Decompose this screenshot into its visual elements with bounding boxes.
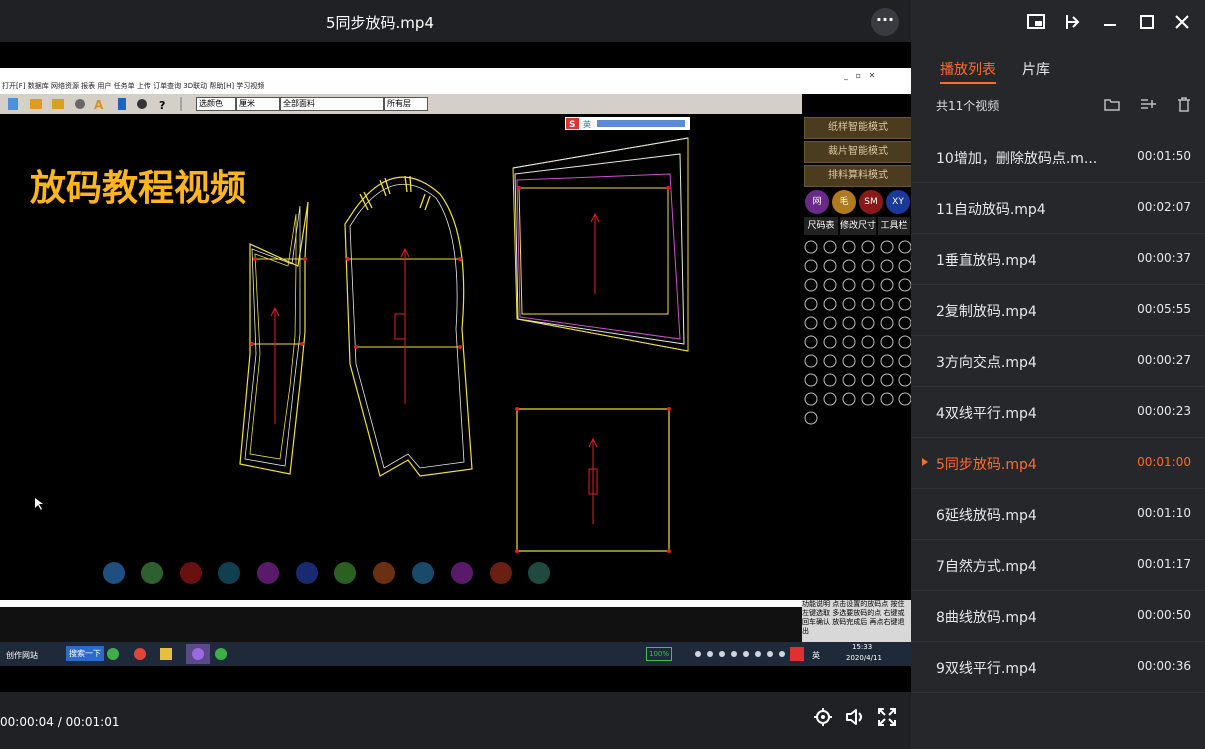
add-to-list-icon[interactable]: [1139, 95, 1157, 113]
video-name: 9双线平行.mp4: [936, 661, 1037, 677]
fullscreen-icon[interactable]: [876, 706, 898, 728]
list-item[interactable]: 10增加，删除放码点.m... 00:01:50: [911, 132, 1205, 183]
video-duration: 00:01:50: [1137, 149, 1191, 163]
playback-time: 00:00:04 / 00:01:01: [0, 715, 120, 729]
open-folder-icon[interactable]: [1103, 95, 1121, 113]
tab-playlist[interactable]: 播放列表: [940, 59, 996, 79]
list-item[interactable]: 4双线平行.mp4 00:00:23: [911, 387, 1205, 438]
modify-size-tab[interactable]: 修改尺寸: [840, 217, 876, 235]
svg-text:?: ?: [159, 99, 165, 112]
list-item[interactable]: 3方向交点.mp4 00:00:27: [911, 336, 1205, 387]
list-item[interactable]: 8曲线放码.mp4 00:00:50: [911, 591, 1205, 642]
net-button[interactable]: 网: [805, 190, 829, 214]
video-name: 10增加，删除放码点.m...: [936, 151, 1098, 167]
mode-button-pattern[interactable]: 纸样智能模式: [804, 117, 911, 139]
svg-text:A: A: [94, 98, 104, 112]
os-taskbar: 创作网站 搜索一下 100% 英 15:33 2020/4/11: [0, 642, 911, 666]
video-name: 7自然方式.mp4: [936, 559, 1037, 575]
window-title: 5同步放码.mp4: [326, 14, 434, 32]
seam-button[interactable]: 毛: [832, 190, 856, 214]
settings-icon[interactable]: [812, 706, 834, 728]
toolbar-tab[interactable]: 工具栏: [878, 217, 910, 235]
volume-icon[interactable]: [844, 706, 866, 728]
taskbar-date: 2020/4/11: [846, 654, 882, 662]
cad-tool-grid[interactable]: [802, 238, 911, 448]
cad-toolbar-icons: A ?: [8, 97, 182, 112]
list-item[interactable]: 2复制放码.mp4 00:05:55: [911, 285, 1205, 336]
video-duration: 00:01:10: [1137, 506, 1191, 520]
pattern-canvas[interactable]: S 英 放码教程视频: [0, 114, 803, 600]
video-name: 11自动放码.mp4: [936, 202, 1046, 218]
list-item[interactable]: 6延线放码.mp4 00:01:10: [911, 489, 1205, 540]
cad-window-controls: _ ▫ ✕: [844, 71, 876, 80]
screen-capture: 打开[F] 数据库 网络资源 报表 用户 任务单 上传 订单查询 3D联动 帮助…: [0, 68, 911, 692]
fabric-select[interactable]: 全部面料: [280, 97, 384, 111]
video-name: 4双线平行.mp4: [936, 406, 1037, 422]
now-playing-icon: [922, 458, 928, 466]
video-overlay-title: 放码教程视频: [30, 168, 247, 209]
video-duration: 00:00:50: [1137, 608, 1191, 622]
video-duration: 00:00:27: [1137, 353, 1191, 367]
list-item[interactable]: 9双线平行.mp4 00:00:36: [911, 642, 1205, 693]
video-duration: 00:05:55: [1137, 302, 1191, 316]
system-tray-icons[interactable]: [690, 642, 810, 666]
video-name: 1垂直放码.mp4: [936, 253, 1037, 269]
more-options-button[interactable]: ···: [871, 8, 899, 36]
video-duration: 00:01:00: [1137, 455, 1191, 469]
unit-select[interactable]: 厘米: [236, 97, 280, 111]
list-item[interactable]: 11自动放码.mp4 00:02:07: [911, 183, 1205, 234]
video-duration: 00:00:23: [1137, 404, 1191, 418]
ime-language-label: 英: [583, 119, 591, 129]
canvas-statusbar: [0, 600, 802, 607]
mini-player-icon[interactable]: [1025, 11, 1047, 33]
sm-button[interactable]: SM: [859, 190, 883, 214]
delete-icon[interactable]: [1175, 95, 1193, 113]
list-item[interactable]: 7自然方式.mp4 00:01:17: [911, 540, 1205, 591]
video-viewport[interactable]: 打开[F] 数据库 网络资源 报表 用户 任务单 上传 订单查询 3D联动 帮助…: [0, 42, 911, 692]
battery-indicator: 100%: [646, 647, 672, 661]
taskbar-search[interactable]: 搜索一下: [66, 646, 104, 661]
active-tab-indicator: [940, 82, 996, 84]
video-name: 6延线放码.mp4: [936, 508, 1037, 524]
video-duration: 00:02:07: [1137, 200, 1191, 214]
xy-button[interactable]: XY: [886, 190, 910, 214]
title-bar: 5同步放码.mp4 ···: [0, 0, 911, 42]
video-name: 2复制放码.mp4: [936, 304, 1037, 320]
cad-menu-items: 打开[F] 数据库 网络资源 报表 用户 任务单 上传 订单查询 3D联动 帮助…: [2, 82, 265, 90]
video-duration: 00:01:17: [1137, 557, 1191, 571]
taskbar-app-icons[interactable]: [104, 642, 244, 666]
video-name: 3方向交点.mp4: [936, 355, 1037, 371]
tray-ime[interactable]: 英: [812, 650, 820, 661]
layer-select[interactable]: 所有层: [384, 97, 428, 111]
help-panel: 功能说明 点击设置的放码点 按住左键选取 多选要放码的点 右键或回车确认 放码完…: [802, 600, 911, 642]
list-item[interactable]: 1垂直放码.mp4 00:00:37: [911, 234, 1205, 285]
size-table-tab[interactable]: 尺码表: [804, 217, 838, 235]
taskbar-left-label: 创作网站: [6, 651, 38, 660]
mode-button-cut[interactable]: 裁片智能模式: [804, 141, 911, 163]
taskbar-time: 15:33: [852, 643, 873, 651]
mode-button-marker[interactable]: 排料算料模式: [804, 165, 911, 187]
playlist-sidebar: 播放列表 片库 共11个视频 10增加，删除放码点.m... 00:01:50 …: [911, 0, 1205, 749]
video-count: 共11个视频: [936, 99, 1000, 113]
video-duration: 00:00:36: [1137, 659, 1191, 673]
cad-toolbar: A ? 选颜色 厘米 全部面料 所有层: [0, 94, 802, 114]
minimize-icon[interactable]: [1099, 11, 1121, 33]
cad-menubar: 打开[F] 数据库 网络资源 报表 用户 任务单 上传 订单查询 3D联动 帮助…: [0, 68, 911, 94]
maximize-icon[interactable]: [1136, 11, 1158, 33]
color-select[interactable]: 选颜色: [196, 97, 236, 111]
cad-right-panel: 纸样智能模式 裁片智能模式 排料算料模式 网 毛 SM XY 尺码表 修改尺寸 …: [802, 114, 911, 600]
playlist: 10增加，删除放码点.m... 00:01:50 11自动放码.mp4 00:0…: [911, 132, 1205, 693]
video-duration: 00:00:37: [1137, 251, 1191, 265]
playback-controls: 00:00:04 / 00:01:01: [0, 692, 911, 749]
close-icon[interactable]: [1171, 11, 1193, 33]
svg-text:S: S: [569, 120, 575, 130]
list-item-active[interactable]: 5同步放码.mp4 00:01:00: [911, 438, 1205, 489]
pin-icon[interactable]: [1061, 11, 1083, 33]
tab-library[interactable]: 片库: [1022, 59, 1050, 79]
video-name: 8曲线放码.mp4: [936, 610, 1037, 626]
cad-bottom-area: [0, 607, 802, 642]
video-name: 5同步放码.mp4: [936, 457, 1037, 473]
